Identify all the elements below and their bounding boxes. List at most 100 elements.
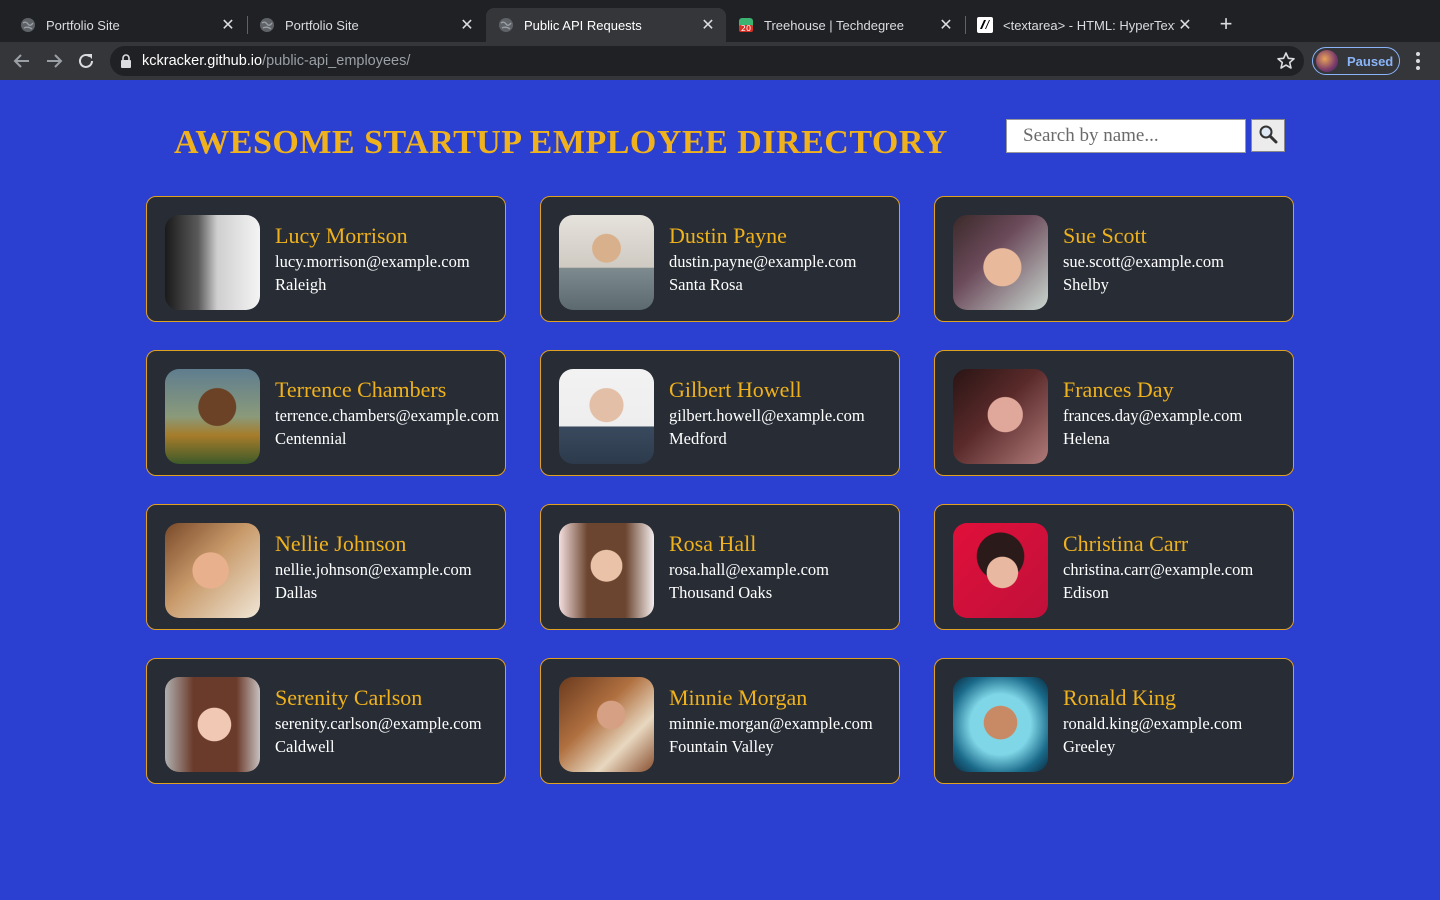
employee-email: minnie.morgan@example.com <box>669 714 873 733</box>
employee-email: christina.carr@example.com <box>1063 560 1254 579</box>
close-icon[interactable]: ✕ <box>936 15 956 35</box>
employee-name: Gilbert Howell <box>669 377 802 402</box>
browser-tab[interactable]: <textarea> - HTML: HyperText ✕ <box>965 8 1203 42</box>
avatar <box>1316 50 1338 72</box>
browser-tab[interactable]: Portfolio Site ✕ <box>8 8 246 42</box>
new-tab-plus-icon[interactable]: + <box>1214 13 1238 37</box>
tab-title: <textarea> - HTML: HyperText <box>1003 17 1175 33</box>
browser-tab[interactable]: 20 Treehouse | Techdegree ✕ <box>726 8 964 42</box>
employee-email: lucy.morrison@example.com <box>275 252 470 271</box>
employee-photo <box>165 215 260 310</box>
employee-name: Dustin Payne <box>669 223 787 248</box>
employee-city: Helena <box>1063 429 1110 448</box>
url-host: kckracker.github.io <box>142 53 263 69</box>
forward-arrow-icon[interactable] <box>42 49 66 73</box>
globe-icon <box>20 17 36 33</box>
profile-button[interactable]: Paused <box>1312 47 1400 75</box>
employee-city: Dallas <box>275 583 318 602</box>
employee-name: Frances Day <box>1063 377 1174 402</box>
employee-card[interactable]: Minnie Morgan minnie.morgan@example.com … <box>540 658 900 784</box>
back-arrow-icon[interactable] <box>10 49 34 73</box>
employee-card[interactable]: Nellie Johnson nellie.johnson@example.co… <box>146 504 506 630</box>
employee-city: Shelby <box>1063 275 1109 294</box>
employee-card[interactable]: Terrence Chambers terrence.chambers@exam… <box>146 350 506 476</box>
globe-icon <box>259 17 275 33</box>
browser-tab-active[interactable]: Public API Requests ✕ <box>486 8 726 42</box>
employee-city: Greeley <box>1063 737 1116 756</box>
employee-photo <box>559 369 654 464</box>
employee-card[interactable]: Sue Scott sue.scott@example.com Shelby <box>934 196 1294 322</box>
url-path: /public-api_employees/ <box>262 53 411 69</box>
employee-email: gilbert.howell@example.com <box>669 406 865 425</box>
employee-photo <box>165 523 260 618</box>
employee-photo <box>165 677 260 772</box>
address-bar[interactable]: kckracker.github.io/public-api_employees… <box>110 46 1304 76</box>
tab-title: Portfolio Site <box>285 17 359 33</box>
employee-card[interactable]: Ronald King ronald.king@example.com Gree… <box>934 658 1294 784</box>
reload-icon[interactable] <box>74 49 98 73</box>
treehouse-icon: 20 <box>738 17 754 33</box>
browser-toolbar: kckracker.github.io/public-api_employees… <box>0 42 1440 80</box>
employee-city: Thousand Oaks <box>669 583 773 602</box>
employee-card[interactable]: Dustin Payne dustin.payne@example.com Sa… <box>540 196 900 322</box>
svg-text:20: 20 <box>741 24 751 33</box>
browser-tab[interactable]: Portfolio Site ✕ <box>247 8 485 42</box>
close-icon[interactable]: ✕ <box>1175 15 1195 35</box>
page-title: AWESOME STARTUP EMPLOYEE DIRECTORY <box>174 124 948 161</box>
employee-city: Santa Rosa <box>669 275 743 294</box>
bookmark-star-icon[interactable] <box>1276 51 1296 71</box>
employee-email: nellie.johnson@example.com <box>275 560 472 579</box>
close-icon[interactable]: ✕ <box>698 15 718 35</box>
employee-photo <box>559 677 654 772</box>
employee-email: sue.scott@example.com <box>1063 252 1224 271</box>
employee-card[interactable]: Gilbert Howell gilbert.howell@example.co… <box>540 350 900 476</box>
employee-card[interactable]: Frances Day frances.day@example.com Hele… <box>934 350 1294 476</box>
employee-email: dustin.payne@example.com <box>669 252 857 271</box>
employee-name: Ronald King <box>1063 685 1177 710</box>
employee-photo <box>165 369 260 464</box>
employee-city: Centennial <box>275 429 347 448</box>
magnifier-icon <box>1258 124 1278 147</box>
employee-name: Lucy Morrison <box>275 223 408 248</box>
employee-photo <box>953 215 1048 310</box>
employee-name: Christina Carr <box>1063 531 1189 556</box>
close-icon[interactable]: ✕ <box>457 15 477 35</box>
employee-name: Minnie Morgan <box>669 685 808 710</box>
employee-email: frances.day@example.com <box>1063 406 1243 425</box>
employee-email: terrence.chambers@example.com <box>275 406 500 425</box>
employee-photo <box>559 523 654 618</box>
employee-card[interactable]: Serenity Carlson serenity.carlson@exampl… <box>146 658 506 784</box>
tab-title: Portfolio Site <box>46 17 120 33</box>
search-button[interactable] <box>1251 119 1285 152</box>
employee-name: Serenity Carlson <box>275 685 423 710</box>
employee-card[interactable]: Lucy Morrison lucy.morrison@example.com … <box>146 196 506 322</box>
globe-icon <box>498 17 514 33</box>
employee-card[interactable]: Rosa Hall rosa.hall@example.com Thousand… <box>540 504 900 630</box>
employee-name: Nellie Johnson <box>275 531 407 556</box>
tab-title: Treehouse | Techdegree <box>764 17 904 33</box>
browser-tab-strip: Portfolio Site ✕ Portfolio Site ✕ Public… <box>0 0 1440 42</box>
employee-name: Sue Scott <box>1063 223 1147 248</box>
employee-city: Fountain Valley <box>669 737 774 756</box>
employee-city: Caldwell <box>275 737 335 756</box>
lock-icon <box>120 54 134 68</box>
tab-title: Public API Requests <box>524 17 642 33</box>
close-icon[interactable]: ✕ <box>218 15 238 35</box>
employee-email: ronald.king@example.com <box>1063 714 1243 733</box>
employee-name: Rosa Hall <box>669 531 757 556</box>
employee-photo <box>953 369 1048 464</box>
employee-city: Medford <box>669 429 727 448</box>
kebab-menu-icon[interactable] <box>1408 50 1428 72</box>
employee-card[interactable]: Christina Carr christina.carr@example.co… <box>934 504 1294 630</box>
employee-email: rosa.hall@example.com <box>669 560 829 579</box>
employee-photo <box>953 523 1048 618</box>
employee-photo <box>953 677 1048 772</box>
profile-status-label: Paused <box>1347 53 1394 69</box>
employee-name: Terrence Chambers <box>275 377 447 402</box>
employee-city: Edison <box>1063 583 1109 602</box>
search-input[interactable] <box>1006 119 1246 153</box>
mdn-icon <box>977 17 993 33</box>
url-text: kckracker.github.io/public-api_employees… <box>142 53 410 69</box>
employee-email: serenity.carlson@example.com <box>275 714 482 733</box>
employee-city: Raleigh <box>275 275 327 294</box>
